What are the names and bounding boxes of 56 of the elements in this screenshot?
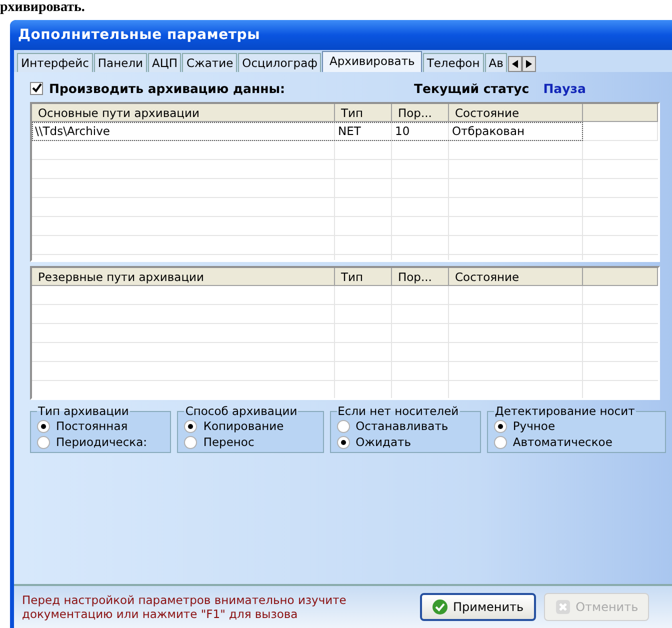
tab[interactable]: Интерфейс bbox=[17, 53, 93, 72]
table-cell: NET bbox=[335, 122, 392, 141]
radio-button[interactable] bbox=[336, 420, 350, 432]
radio-button[interactable] bbox=[494, 436, 507, 448]
column-header[interactable]: Тип bbox=[335, 104, 392, 122]
archive-checkbox[interactable] bbox=[30, 82, 43, 94]
table-cell: 10 bbox=[392, 122, 449, 141]
column-header[interactable]: Пор... bbox=[392, 104, 449, 122]
group-title: Тип архивации bbox=[37, 405, 130, 418]
column-header[interactable]: Резервные пути архивации bbox=[32, 268, 335, 286]
archive-checkbox-label: Производить архивацию данны: bbox=[49, 80, 286, 96]
radio-button[interactable] bbox=[184, 436, 198, 448]
column-header[interactable]: Состояние bbox=[449, 268, 583, 286]
caption-text: рхивировать. bbox=[0, 0, 86, 16]
group-title: Способ архивации bbox=[184, 405, 298, 418]
tab[interactable]: Осцилограф bbox=[238, 53, 322, 72]
column-header[interactable]: Тип bbox=[335, 268, 392, 286]
tab[interactable]: Ав bbox=[484, 53, 508, 72]
checkmark-icon bbox=[432, 599, 448, 615]
radio-label: Периодическа: bbox=[56, 435, 148, 449]
tab-scroll-right-button[interactable] bbox=[522, 56, 536, 72]
right-triangle-icon bbox=[526, 60, 532, 68]
tab[interactable]: Архивировать bbox=[322, 51, 422, 72]
table-row[interactable]: \\Tds\Archive NET 10 Отбракован bbox=[32, 122, 583, 141]
radio-label: Постоянная bbox=[56, 419, 128, 433]
cross-icon bbox=[554, 599, 571, 615]
column-header[interactable]: Состояние bbox=[449, 104, 583, 122]
radio-label: Перенос bbox=[203, 435, 254, 449]
tab[interactable]: Сжатие bbox=[182, 53, 238, 72]
tab[interactable]: Телефон bbox=[422, 53, 484, 72]
check-icon bbox=[32, 83, 42, 93]
window-title: Дополнительные параметры bbox=[18, 27, 260, 43]
tab-scroll-left-button[interactable] bbox=[508, 56, 522, 72]
radio-button[interactable] bbox=[37, 436, 50, 448]
hint-text: Перед настройкой параметров внимательно изучите документацию или нажмите "F1" для вызова bbox=[22, 593, 348, 621]
radio-button[interactable] bbox=[37, 420, 50, 432]
table-cell: \\Tds\Archive bbox=[32, 122, 335, 141]
radio-label: Ручное bbox=[512, 419, 556, 433]
radio-button[interactable] bbox=[336, 436, 350, 448]
group-title: Детектирование носит bbox=[494, 405, 636, 418]
table-cell: Отбракован bbox=[449, 122, 583, 141]
radio-button[interactable] bbox=[184, 420, 198, 432]
radio-button[interactable] bbox=[494, 420, 507, 432]
status-value: Пауза bbox=[543, 80, 586, 96]
status-label: Текущий статус bbox=[414, 80, 530, 96]
column-header[interactable]: Основные пути архивации bbox=[32, 104, 335, 122]
radio-label: Копирование bbox=[203, 419, 284, 433]
tab[interactable]: Панели bbox=[94, 53, 148, 72]
column-header[interactable]: Пор... bbox=[392, 268, 449, 286]
group-title: Если нет носителей bbox=[336, 405, 460, 418]
radio-label: Ожидать bbox=[356, 435, 411, 449]
tab[interactable]: АЦП bbox=[148, 53, 182, 72]
apply-button[interactable]: Применить bbox=[420, 593, 536, 621]
radio-label: Останавливать bbox=[356, 419, 448, 433]
left-triangle-icon bbox=[512, 60, 518, 68]
radio-label: Автоматическое bbox=[512, 435, 612, 449]
